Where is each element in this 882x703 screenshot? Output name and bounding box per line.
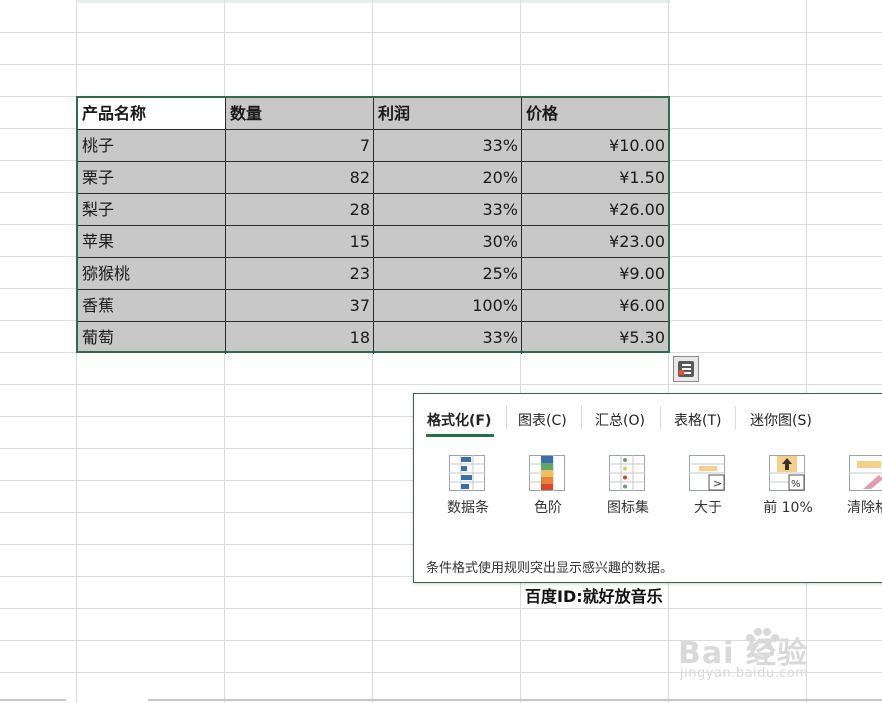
cell-profit[interactable]: 100% (374, 290, 522, 322)
horizontal-scrollbar-edge[interactable] (148, 699, 882, 701)
cell-product-name[interactable]: 葡萄 (78, 322, 226, 354)
cell-product-name[interactable]: 梨子 (78, 194, 226, 226)
header-cell-product[interactable]: 产品名称 (78, 98, 226, 130)
cell-quantity[interactable]: 37 (226, 290, 374, 322)
baidu-jingyan-url: jingyan.baidu.com (680, 666, 809, 681)
header-cell-profit[interactable]: 利润 (374, 98, 522, 130)
cell-profit[interactable]: 33% (374, 130, 522, 162)
quick-analysis-button[interactable] (673, 356, 699, 382)
tab-totals[interactable]: 汇总(O) (595, 410, 645, 430)
cell-product-name[interactable]: 苹果 (78, 226, 226, 258)
tab-sparklines[interactable]: 迷你图(S) (750, 410, 812, 430)
header-cell-quantity[interactable]: 数量 (226, 98, 374, 130)
cell-price[interactable]: ¥10.00 (522, 130, 668, 162)
quick-analysis-description: 条件格式使用规则突出显示感兴趣的数据。 (426, 561, 674, 576)
cell-price[interactable]: ¥23.00 (522, 226, 668, 258)
cell-profit[interactable]: 30% (374, 226, 522, 258)
cell-quantity[interactable]: 82 (226, 162, 374, 194)
tab-separator (735, 406, 736, 430)
cell-product-name[interactable]: 香蕉 (78, 290, 226, 322)
data-bars-icon (449, 455, 485, 491)
column-highlight-band (76, 0, 670, 3)
cell-price[interactable]: ¥5.30 (522, 322, 668, 354)
cell-price[interactable]: ¥9.00 (522, 258, 668, 290)
cell-product-name[interactable]: 桃子 (78, 130, 226, 162)
table-row: 猕猴桃 23 25% ¥9.00 (78, 258, 668, 290)
color-scale-icon (529, 455, 565, 491)
tab-tables[interactable]: 表格(T) (674, 410, 721, 430)
cell-quantity[interactable]: 28 (226, 194, 374, 226)
active-tab-indicator (426, 434, 494, 437)
cell-profit[interactable]: 33% (374, 322, 522, 354)
cell-product-name[interactable]: 猕猴桃 (78, 258, 226, 290)
cell-quantity[interactable]: 15 (226, 226, 374, 258)
color-scale-label: 色阶 (534, 500, 562, 516)
icon-set-label: 图标集 (607, 500, 649, 516)
header-cell-price[interactable]: 价格 (522, 98, 668, 130)
tab-charts[interactable]: 图表(C) (518, 410, 567, 430)
gridline-horizontal (0, 32, 882, 33)
cell-profit[interactable]: 20% (374, 162, 522, 194)
gridline-horizontal (0, 608, 882, 609)
clear-format-icon (849, 455, 882, 491)
color-scale-option[interactable]: 色阶 (513, 452, 583, 522)
svg-text:%: % (791, 479, 801, 490)
svg-text:>: > (713, 477, 722, 490)
top-10-percent-icon: % (769, 455, 805, 491)
cell-price[interactable]: ¥26.00 (522, 194, 668, 226)
cell-profit[interactable]: 25% (374, 258, 522, 290)
table-row: 苹果 15 30% ¥23.00 (78, 226, 668, 258)
cell-quantity[interactable]: 18 (226, 322, 374, 354)
table-header-row: 产品名称 数量 利润 价格 (78, 98, 668, 130)
sheet-tab-edge (0, 699, 66, 701)
greater-than-icon: > (689, 455, 725, 491)
table-row: 葡萄 18 33% ¥5.30 (78, 322, 668, 354)
cell-quantity[interactable]: 7 (226, 130, 374, 162)
spreadsheet-view: 产品名称 数量 利润 价格 桃子 7 33% ¥10.00 栗子 82 20% … (0, 0, 882, 703)
table-row: 栗子 82 20% ¥1.50 (78, 162, 668, 194)
top-10-percent-option[interactable]: % 前 10% (753, 452, 823, 522)
table-row: 香蕉 37 100% ¥6.00 (78, 290, 668, 322)
icon-set-option[interactable]: 图标集 (593, 452, 663, 522)
cell-product-name[interactable]: 栗子 (78, 162, 226, 194)
data-bars-label: 数据条 (447, 500, 489, 516)
greater-than-option[interactable]: > 大于 (673, 452, 743, 522)
cell-price[interactable]: ¥1.50 (522, 162, 668, 194)
paw-icon (746, 628, 779, 660)
quick-analysis-icon (678, 361, 694, 377)
selected-data-table[interactable]: 产品名称 数量 利润 价格 桃子 7 33% ¥10.00 栗子 82 20% … (76, 96, 670, 354)
tab-separator (581, 406, 582, 430)
top-10-percent-label: 前 10% (763, 500, 813, 516)
tab-separator (506, 406, 507, 430)
tab-separator (660, 406, 661, 430)
cell-quantity[interactable]: 23 (226, 258, 374, 290)
greater-than-label: 大于 (694, 500, 722, 516)
table-row: 梨子 28 33% ¥26.00 (78, 194, 668, 226)
tab-formatting[interactable]: 格式化(F) (427, 410, 491, 430)
quick-analysis-panel: 格式化(F) 图表(C) 汇总(O) 表格(T) 迷你图(S) 数据条 色阶 图… (413, 393, 882, 583)
cell-profit[interactable]: 33% (374, 194, 522, 226)
gridline-horizontal (0, 384, 882, 385)
gridline-horizontal (0, 64, 882, 65)
clear-format-option[interactable]: 清除格 (833, 452, 882, 522)
icon-set-icon (609, 455, 645, 491)
author-id-text: 百度ID:就好放音乐 (525, 587, 663, 606)
data-bars-option[interactable]: 数据条 (433, 452, 503, 522)
clear-format-label: 清除格 (847, 500, 882, 516)
cell-price[interactable]: ¥6.00 (522, 290, 668, 322)
table-row: 桃子 7 33% ¥10.00 (78, 130, 668, 162)
